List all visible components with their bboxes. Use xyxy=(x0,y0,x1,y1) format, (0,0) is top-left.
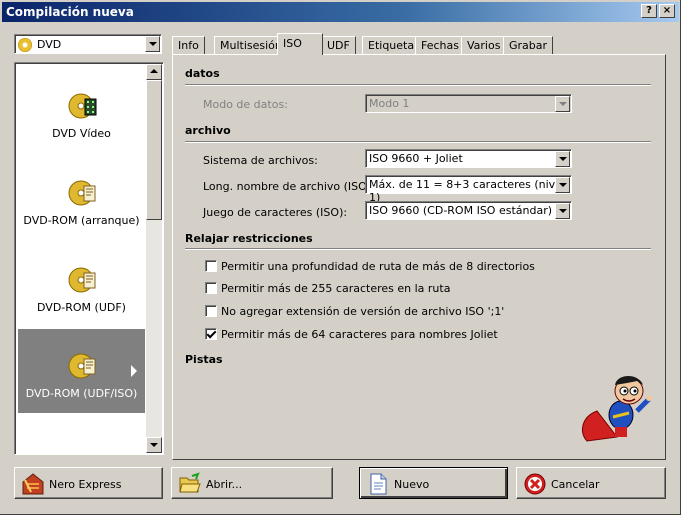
nero-mascot-icon xyxy=(581,376,652,442)
checkbox-label: Permitir una profundidad de ruta de más … xyxy=(221,260,535,273)
tab-varios[interactable]: Varios xyxy=(461,36,507,54)
chevron-down-icon[interactable] xyxy=(555,203,570,219)
chevron-down-icon xyxy=(555,96,570,112)
list-item-label: DVD Vídeo xyxy=(52,127,111,140)
divider xyxy=(185,248,651,250)
open-label: Abrir... xyxy=(206,478,243,491)
checkbox-label: Permitir más de 255 caracteres en la rut… xyxy=(221,282,451,295)
new-button[interactable]: Nuevo xyxy=(359,467,508,499)
data-mode-select: Modo 1 xyxy=(365,94,572,113)
section-heading-pistas: Pistas xyxy=(185,353,223,366)
tab-etiqueta[interactable]: Etiqueta xyxy=(362,36,421,54)
cancel-icon xyxy=(524,473,546,495)
checkbox-path-length[interactable] xyxy=(205,282,217,294)
checkbox-label: No agregar extensión de versión de archi… xyxy=(221,305,505,318)
nero-express-icon xyxy=(22,473,44,495)
chevron-down-icon[interactable] xyxy=(555,151,570,167)
scroll-down-button[interactable] xyxy=(146,437,162,453)
close-button[interactable]: × xyxy=(659,4,675,18)
charset-label: Juego de caracteres (ISO): xyxy=(203,206,348,219)
tab-udf[interactable]: UDF xyxy=(321,36,356,54)
tab-info[interactable]: Info xyxy=(172,36,205,54)
scroll-up-button[interactable] xyxy=(146,64,162,80)
dvd-video-icon xyxy=(68,93,97,119)
checkbox-no-version-extension[interactable] xyxy=(205,305,217,317)
tab-grabar[interactable]: Grabar xyxy=(503,36,554,54)
cancel-label: Cancelar xyxy=(551,478,600,491)
compilation-type-list: DVD Vídeo DVD-ROM (arranque) DVD-ROM (UD… xyxy=(14,62,164,455)
media-type-select[interactable]: DVD xyxy=(14,34,162,54)
charset-value: ISO 9660 (CD-ROM ISO estándar) xyxy=(369,204,553,217)
section-heading-archivo: archivo xyxy=(185,124,231,137)
data-mode-value: Modo 1 xyxy=(369,97,410,110)
tab-iso[interactable]: ISO xyxy=(277,33,323,55)
file-system-select[interactable]: ISO 9660 + Joliet xyxy=(365,149,572,168)
dvd-rom-icon xyxy=(68,180,96,206)
list-item-label: DVD-ROM (UDF/ISO) xyxy=(25,387,138,400)
file-system-value: ISO 9660 + Joliet xyxy=(369,152,463,165)
divider xyxy=(185,141,651,143)
new-document-icon xyxy=(370,473,387,495)
list-item-dvd-rom-udf[interactable]: DVD-ROM (UDF) xyxy=(18,243,145,327)
media-type-value: DVD xyxy=(37,38,62,51)
new-label: Nuevo xyxy=(394,478,430,491)
section-heading-relajar: Relajar restricciones xyxy=(185,232,313,245)
iso-tab-panel: datos Modo de datos: Modo 1 archivo Sist… xyxy=(172,54,666,460)
divider xyxy=(185,84,651,86)
list-item-dvd-rom-arranque[interactable]: DVD-ROM (arranque) xyxy=(18,156,145,240)
folder-open-icon xyxy=(179,472,201,493)
checkbox-label: Permitir más de 64 caracteres para nombr… xyxy=(221,328,498,341)
dvd-rom-icon xyxy=(68,353,96,379)
tab-fechas[interactable]: Fechas xyxy=(415,36,465,54)
list-item-label: DVD-ROM (UDF) xyxy=(37,301,126,314)
title-bar: Compilación nueva ? × xyxy=(2,2,679,22)
file-system-label: Sistema de archivos: xyxy=(203,154,318,167)
filename-length-label: Long. nombre de archivo (ISO): xyxy=(203,180,375,193)
charset-select[interactable]: ISO 9660 (CD-ROM ISO estándar) xyxy=(365,201,572,220)
filename-length-select[interactable]: Máx. de 11 = 8+3 caracteres (nivel 1) xyxy=(365,175,572,204)
chevron-down-icon[interactable] xyxy=(145,36,160,52)
chevron-right-icon xyxy=(131,365,137,377)
nero-express-button[interactable]: Nero Express xyxy=(14,467,163,499)
scroll-thumb[interactable] xyxy=(146,80,162,220)
section-heading-datos: datos xyxy=(185,67,220,80)
list-item-dvd-rom-udf-iso[interactable]: DVD-ROM (UDF/ISO) xyxy=(18,329,145,413)
nero-express-label: Nero Express xyxy=(49,478,122,491)
checkbox-joliet-64[interactable] xyxy=(205,328,217,340)
open-button[interactable]: Abrir... xyxy=(171,467,333,499)
checkbox-path-depth[interactable] xyxy=(205,260,217,272)
list-scrollbar[interactable] xyxy=(146,64,162,453)
chevron-down-icon[interactable] xyxy=(555,177,570,193)
window-title: Compilación nueva xyxy=(6,5,134,19)
dvd-rom-icon xyxy=(68,267,96,293)
cancel-button[interactable]: Cancelar xyxy=(516,467,666,499)
list-item-dvd-video[interactable]: DVD Vídeo xyxy=(18,69,145,153)
dialog-window: Compilación nueva ? × DVD DVD Vídeo DVD-… xyxy=(0,0,681,515)
data-mode-label: Modo de datos: xyxy=(203,98,288,111)
list-item-label: DVD-ROM (arranque) xyxy=(23,214,140,227)
help-button[interactable]: ? xyxy=(641,4,657,18)
dvd-disc-icon xyxy=(18,38,32,52)
